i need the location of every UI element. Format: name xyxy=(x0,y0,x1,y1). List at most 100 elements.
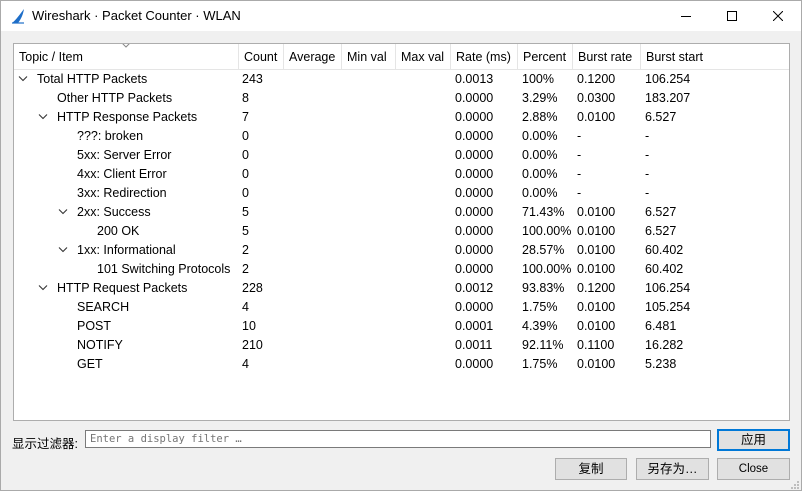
column-header-label: Average xyxy=(289,50,336,64)
tree-row[interactable]: 2xx: Success 5 0.0000 71.43% 0.0100 6.527 xyxy=(14,203,789,222)
packet-counter-window: Wireshark · Packet Counter · WLAN Topic … xyxy=(0,0,802,491)
burst-rate-cell: 0.0100 xyxy=(577,110,616,124)
expand-chevron-icon[interactable] xyxy=(18,75,28,83)
column-header-topic[interactable]: Topic / Item xyxy=(14,44,239,70)
display-filter-input[interactable] xyxy=(85,430,711,448)
copy-button[interactable]: 复制 xyxy=(555,458,627,480)
tree-row[interactable]: 3xx: Redirection 0 0.0000 0.00% - - xyxy=(14,184,789,203)
save-as-button[interactable]: 另存为… xyxy=(636,458,709,480)
statistics-tree[interactable]: Topic / Item Count Average Min val Max v… xyxy=(13,43,790,421)
maximize-button[interactable] xyxy=(709,1,755,31)
count-cell: 243 xyxy=(242,72,263,86)
column-header-min-val[interactable]: Min val xyxy=(342,44,396,70)
count-cell: 8 xyxy=(242,91,249,105)
column-header-percent[interactable]: Percent xyxy=(518,44,573,70)
tree-row[interactable]: HTTP Request Packets 228 0.0012 93.83% 0.120… xyxy=(14,279,789,298)
percent-cell: 100.00% xyxy=(522,224,572,238)
topic-item-cell: Other HTTP Packets xyxy=(57,91,173,105)
burst-rate-cell: 0.1100 xyxy=(577,338,615,352)
expand-chevron-icon[interactable] xyxy=(38,113,48,121)
tree-row[interactable]: GET 4 0.0000 1.75% 0.0100 5.238 xyxy=(14,355,789,374)
column-header-burst-rate[interactable]: Burst rate xyxy=(573,44,641,70)
percent-cell: 28.57% xyxy=(522,243,565,257)
rate-cell: 0.0000 xyxy=(455,148,494,162)
count-cell: 0 xyxy=(242,186,249,200)
count-cell: 5 xyxy=(242,224,249,238)
column-header-average[interactable]: Average xyxy=(284,44,342,70)
column-header-burst-start[interactable]: Burst start xyxy=(641,44,789,70)
burst-start-cell: 5.238 xyxy=(645,357,677,371)
column-header-label: Min val xyxy=(347,50,387,64)
column-header-rate[interactable]: Rate (ms) xyxy=(451,44,518,70)
rate-cell: 0.0000 xyxy=(455,205,494,219)
window-title: Wireshark · Packet Counter · WLAN xyxy=(32,8,241,23)
burst-rate-cell: - xyxy=(577,186,582,200)
column-header-label: Burst start xyxy=(646,50,703,64)
count-cell: 5 xyxy=(242,205,249,219)
tree-row[interactable]: Other HTTP Packets 8 0.0000 3.29% 0.0300 183.… xyxy=(14,89,789,108)
burst-rate-cell: 0.0100 xyxy=(577,357,616,371)
apply-button[interactable]: 应用 xyxy=(717,429,790,451)
close-window-button[interactable] xyxy=(755,1,801,31)
tree-row[interactable]: 101 Switching Protocols 2 0.0000 100.00% 0.0… xyxy=(14,260,789,279)
tree-row[interactable]: POST 10 0.0001 4.39% 0.0100 6.481 xyxy=(14,317,789,336)
burst-rate-cell: 0.0300 xyxy=(577,91,616,105)
burst-start-cell: 106.254 xyxy=(645,281,691,295)
expand-chevron-icon[interactable] xyxy=(58,208,68,216)
column-header-count[interactable]: Count xyxy=(239,44,284,70)
tree-row[interactable]: HTTP Response Packets 7 0.0000 2.88% 0.0100 6… xyxy=(14,108,789,127)
tree-row[interactable]: Total HTTP Packets 243 0.0013 100% 0.1200 106… xyxy=(14,70,789,89)
topic-item-cell: 4xx: Client Error xyxy=(77,167,167,181)
column-header-max-val[interactable]: Max val xyxy=(396,44,451,70)
percent-cell: 100% xyxy=(522,72,554,86)
tree-row[interactable]: 5xx: Server Error 0 0.0000 0.00% - - xyxy=(14,146,789,165)
count-cell: 210 xyxy=(242,338,263,352)
burst-rate-cell: 0.0100 xyxy=(577,243,616,257)
count-cell: 0 xyxy=(242,167,249,181)
count-cell: 4 xyxy=(242,300,249,314)
tree-row[interactable]: 200 OK 5 0.0000 100.00% 0.0100 6.527 xyxy=(14,222,789,241)
rate-cell: 0.0013 xyxy=(455,72,494,86)
title-bar[interactable]: Wireshark · Packet Counter · WLAN xyxy=(1,1,801,31)
percent-cell: 1.75% xyxy=(522,300,558,314)
tree-row[interactable]: 4xx: Client Error 0 0.0000 0.00% - - xyxy=(14,165,789,184)
topic-item-cell: 3xx: Redirection xyxy=(77,186,167,200)
rate-cell: 0.0011 xyxy=(455,338,493,352)
rate-cell: 0.0000 xyxy=(455,300,494,314)
topic-item-cell: 101 Switching Protocols xyxy=(97,262,231,276)
tree-row[interactable]: NOTIFY 210 0.0011 92.11% 0.1100 16.282 xyxy=(14,336,789,355)
percent-cell: 0.00% xyxy=(522,148,558,162)
percent-cell: 93.83% xyxy=(522,281,565,295)
burst-start-cell: 6.527 xyxy=(645,205,677,219)
percent-cell: 0.00% xyxy=(522,186,558,200)
expand-chevron-icon[interactable] xyxy=(38,284,48,292)
burst-start-cell: 183.207 xyxy=(645,91,691,105)
close-button[interactable]: Close xyxy=(717,458,790,480)
burst-start-cell: 6.481 xyxy=(645,319,677,333)
percent-cell: 92.11% xyxy=(522,338,564,352)
rate-cell: 0.0000 xyxy=(455,186,494,200)
topic-item-cell: 5xx: Server Error xyxy=(77,148,172,162)
minimize-button[interactable] xyxy=(663,1,709,31)
rate-cell: 0.0012 xyxy=(455,281,494,295)
burst-rate-cell: - xyxy=(577,167,582,181)
tree-row[interactable]: SEARCH 4 0.0000 1.75% 0.0100 105.254 xyxy=(14,298,789,317)
tree-row[interactable]: ???: broken 0 0.0000 0.00% - - xyxy=(14,127,789,146)
burst-start-cell: - xyxy=(645,148,650,162)
rate-cell: 0.0000 xyxy=(455,262,494,276)
percent-cell: 3.29% xyxy=(522,91,558,105)
tree-row[interactable]: 1xx: Informational 2 0.0000 28.57% 0.0100 60.… xyxy=(14,241,789,260)
topic-item-cell: NOTIFY xyxy=(77,338,123,352)
count-cell: 10 xyxy=(242,319,256,333)
topic-item-cell: Total HTTP Packets xyxy=(37,72,148,86)
burst-rate-cell: 0.0100 xyxy=(577,262,616,276)
count-cell: 4 xyxy=(242,357,249,371)
burst-rate-cell: - xyxy=(577,129,582,143)
topic-item-cell: HTTP Response Packets xyxy=(57,110,198,124)
display-filter-label: 显示过滤器: xyxy=(12,437,78,451)
tree-header: Topic / Item Count Average Min val Max v… xyxy=(14,44,789,70)
resize-grip-icon[interactable] xyxy=(790,480,800,490)
expand-chevron-icon[interactable] xyxy=(58,246,68,254)
topic-item-cell: HTTP Request Packets xyxy=(57,281,188,295)
burst-start-cell: 60.402 xyxy=(645,262,684,276)
